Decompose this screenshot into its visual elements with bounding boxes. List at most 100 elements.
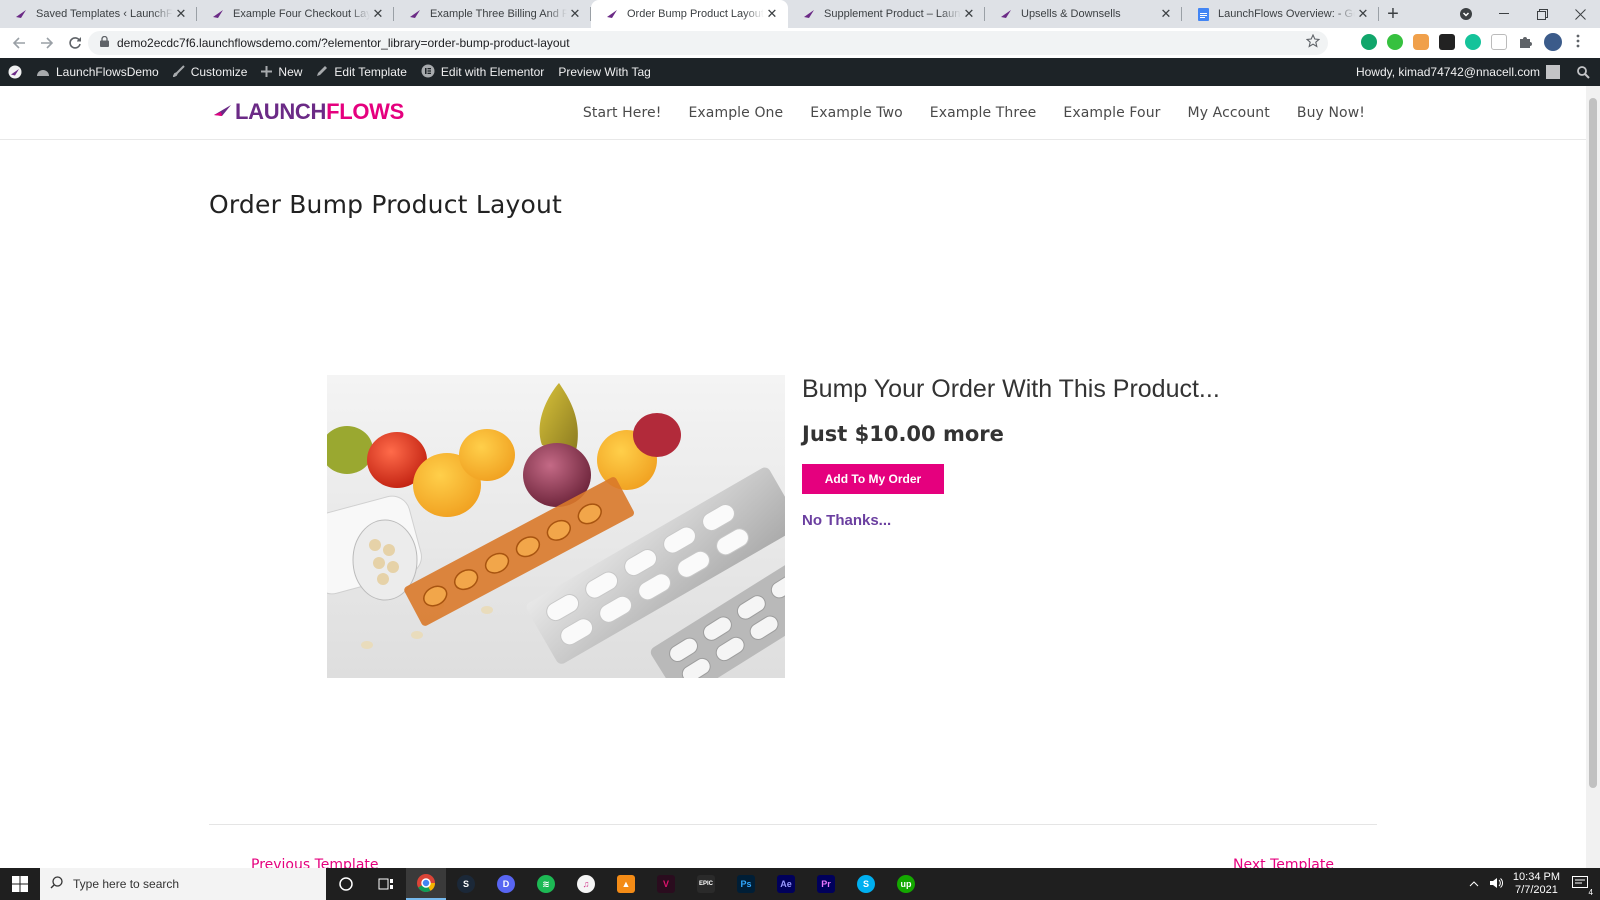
admin-new[interactable]: New [254, 58, 309, 86]
itunes-icon[interactable]: ♫ [566, 868, 606, 900]
browser-tab[interactable]: Example Three Billing And Paym ✕ [394, 0, 591, 28]
admin-account[interactable]: Howdy, kimad74742@nnacell.com [1349, 58, 1567, 86]
extension-honey-icon[interactable] [1413, 34, 1429, 50]
clock-time: 10:34 PM [1512, 871, 1560, 883]
nav-buy-now[interactable]: Buy Now! [1297, 105, 1365, 121]
close-tab-icon[interactable]: ✕ [961, 6, 977, 22]
page-title: Order Bump Product Layout [209, 190, 563, 219]
extension-grammarly-style-icon[interactable] [1361, 34, 1377, 50]
discord-icon[interactable]: D [486, 868, 526, 900]
back-icon[interactable] [6, 30, 32, 56]
address-bar[interactable]: demo2ecdc7f6.launchflowsdemo.com/?elemen… [88, 31, 1328, 55]
user-avatar [1546, 65, 1560, 79]
wp-admin-bar: LaunchFlowsDemo Customize New Edit Templ… [0, 58, 1600, 86]
browser-tab-active[interactable]: Order Bump Product Layout – La ✕ [591, 0, 788, 28]
admin-bar-right: Howdy, kimad74742@nnacell.com [1349, 58, 1600, 86]
taskbar-clock[interactable]: 10:34 PM 7/7/2021 [1513, 871, 1560, 897]
cortana-icon[interactable] [326, 868, 366, 900]
url-text: demo2ecdc7f6.launchflowsdemo.com/?elemen… [117, 36, 570, 50]
no-thanks-link[interactable]: No Thanks... [802, 512, 1220, 529]
site-logo[interactable]: LAUNCH FLOWS [213, 98, 404, 126]
tab-title: LaunchFlows Overview: - Google [1218, 8, 1355, 20]
extensions-puzzle-icon[interactable] [1517, 34, 1533, 50]
admin-search-icon[interactable] [1567, 58, 1600, 86]
after-effects-icon[interactable]: Ae [766, 868, 806, 900]
admin-preview-tag[interactable]: Preview With Tag [551, 58, 657, 86]
nav-my-account[interactable]: My Account [1188, 105, 1270, 121]
launchflows-favicon-icon [802, 7, 816, 21]
profile-avatar[interactable] [1544, 33, 1562, 51]
admin-edit-elementor[interactable]: Edit with Elementor [414, 58, 551, 86]
extension-grammarly-icon[interactable] [1465, 34, 1481, 50]
browser-tab[interactable]: Saved Templates ‹ LaunchFlowsD ✕ [0, 0, 197, 28]
close-window-icon[interactable] [1560, 0, 1600, 28]
tab-title: Supplement Product – LaunchFlo [824, 8, 961, 20]
restore-window-icon[interactable] [1522, 0, 1562, 28]
launchflows-favicon-icon [14, 7, 28, 21]
tab-search-icon[interactable] [1446, 0, 1486, 28]
close-tab-icon[interactable]: ✕ [567, 6, 583, 22]
system-tray: 10:34 PM 7/7/2021 4 [1469, 868, 1600, 900]
minimize-window-icon[interactable] [1484, 0, 1524, 28]
browser-menu-icon[interactable] [1576, 34, 1582, 50]
photoshop-icon[interactable]: Ps [726, 868, 766, 900]
new-tab-button[interactable]: + [1379, 0, 1407, 28]
add-to-order-button[interactable]: Add To My Order [802, 464, 944, 494]
chrome-taskbar-icon[interactable] [406, 868, 446, 900]
preview-tag-label: Preview With Tag [558, 65, 651, 79]
nav-start-here[interactable]: Start Here! [583, 105, 662, 121]
task-view-icon[interactable] [366, 868, 406, 900]
browser-tab[interactable]: Supplement Product – LaunchFlo ✕ [788, 0, 985, 28]
extension-power-icon[interactable] [1387, 34, 1403, 50]
upwork-icon[interactable]: up [886, 868, 926, 900]
admin-site-name[interactable]: LaunchFlowsDemo [29, 58, 166, 86]
bump-heading: Bump Your Order With This Product... [802, 375, 1220, 403]
browser-tab[interactable]: Example Four Checkout Layout – ✕ [197, 0, 394, 28]
skype-icon[interactable]: S [846, 868, 886, 900]
close-tab-icon[interactable]: ✕ [1158, 6, 1174, 22]
logo-text-launch: LAUNCH [235, 99, 327, 124]
close-tab-icon[interactable]: ✕ [370, 6, 386, 22]
bookmark-star-icon[interactable] [1305, 33, 1321, 51]
close-tab-icon[interactable]: ✕ [173, 6, 189, 22]
nav-example-one[interactable]: Example One [688, 105, 783, 121]
browser-tab[interactable]: Upsells & Downsells ✕ [985, 0, 1182, 28]
admin-edit-template[interactable]: Edit Template [309, 58, 414, 86]
tray-chevron-up-icon[interactable] [1469, 878, 1479, 890]
extension-dark-icon[interactable] [1439, 34, 1455, 50]
tab-title: Saved Templates ‹ LaunchFlowsD [36, 8, 173, 20]
extension-shield-icon[interactable] [1491, 34, 1507, 50]
clock-date: 7/7/2021 [1515, 884, 1558, 896]
volume-icon[interactable] [1489, 877, 1503, 892]
page-scrollbar[interactable] [1586, 86, 1600, 868]
epic-games-icon[interactable]: EPIC [686, 868, 726, 900]
windows-taskbar: Type here to search S D ≋ ♫ ▲ V EPIC Ps … [0, 868, 1600, 900]
browser-tab[interactable]: LaunchFlows Overview: - Google ✕ [1182, 0, 1379, 28]
reload-icon[interactable] [62, 30, 88, 56]
forward-icon[interactable] [34, 30, 60, 56]
product-image [327, 375, 785, 678]
nav-example-two[interactable]: Example Two [810, 105, 903, 121]
vectorworks-icon[interactable]: V [646, 868, 686, 900]
notification-center-icon[interactable]: 4 [1572, 875, 1593, 897]
close-tab-icon[interactable]: ✕ [1355, 6, 1371, 22]
nav-example-three[interactable]: Example Three [930, 105, 1037, 121]
steam-icon[interactable]: S [446, 868, 486, 900]
windows-start-icon[interactable] [0, 868, 40, 900]
admin-customize[interactable]: Customize [166, 58, 255, 86]
taskbar-search-input[interactable]: Type here to search [40, 868, 326, 900]
browser-toolbar: demo2ecdc7f6.launchflowsdemo.com/?elemen… [0, 28, 1600, 58]
launchflows-admin-logo-icon[interactable] [0, 58, 29, 86]
spotify-icon[interactable]: ≋ [526, 868, 566, 900]
launchflows-favicon-icon [999, 7, 1013, 21]
lock-icon[interactable] [100, 34, 109, 52]
site-name-label: LaunchFlowsDemo [56, 65, 159, 79]
close-tab-icon[interactable]: ✕ [764, 6, 780, 22]
launchflows-favicon-icon [211, 7, 225, 21]
scrollbar-thumb[interactable] [1589, 98, 1597, 788]
premiere-icon[interactable]: Pr [806, 868, 846, 900]
tab-title: Example Four Checkout Layout – [233, 8, 370, 20]
vlc-icon[interactable]: ▲ [606, 868, 646, 900]
edit-elementor-label: Edit with Elementor [440, 65, 545, 79]
nav-example-four[interactable]: Example Four [1063, 105, 1160, 121]
